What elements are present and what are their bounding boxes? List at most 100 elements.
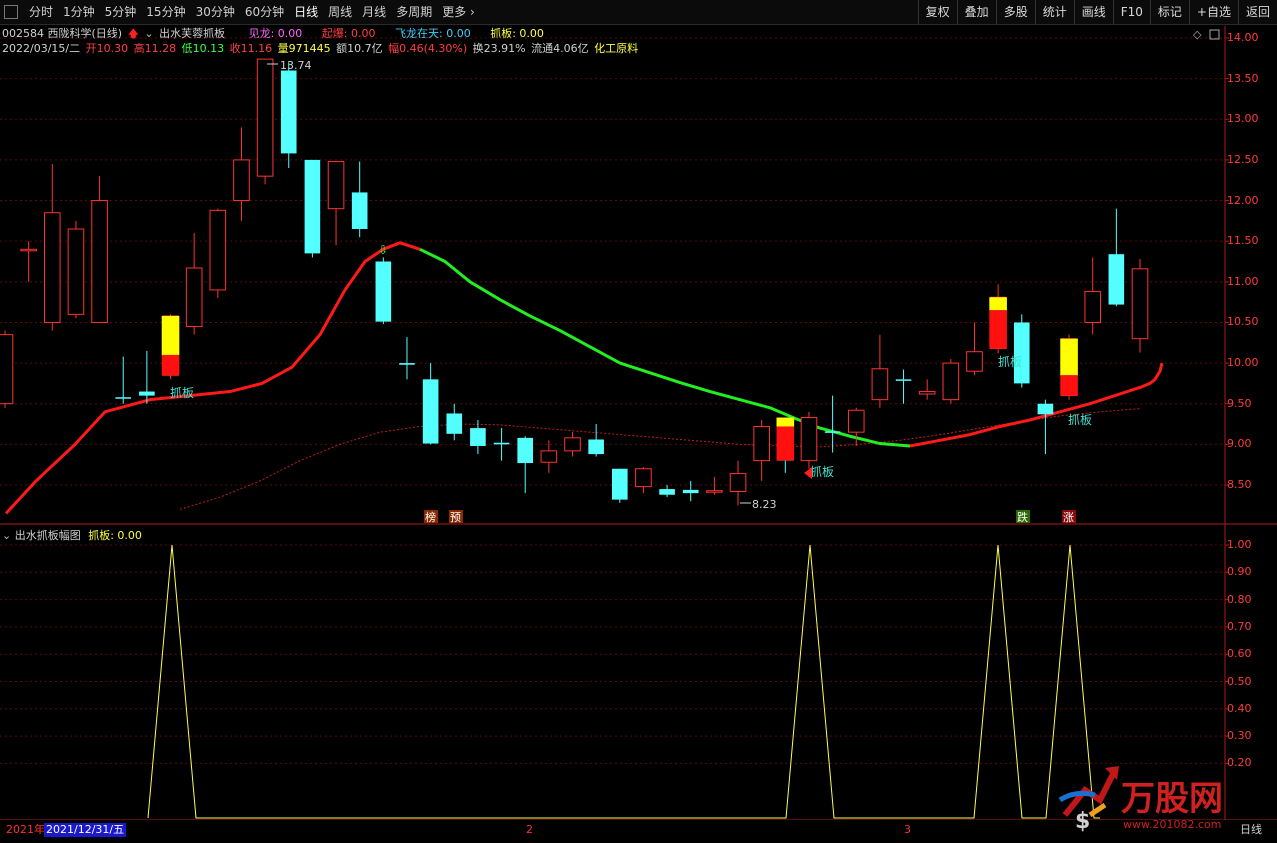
- sub-axis-label: 0.40: [1227, 701, 1252, 715]
- candle: [43, 163, 61, 331]
- timeline-month-3: 3: [904, 823, 911, 836]
- tab-60min[interactable]: 60分钟: [240, 0, 289, 24]
- candle: [966, 322, 983, 376]
- candle-body: [918, 391, 936, 395]
- tab-more[interactable]: 更多 ›: [437, 0, 480, 24]
- candle: [611, 468, 628, 503]
- signal-bar-yellow: [1060, 338, 1078, 376]
- price-axis-label: 11.00: [1227, 274, 1259, 288]
- fuquan-button[interactable]: 复权: [917, 0, 957, 24]
- sub-panel-title[interactable]: 出水抓板幅图: [15, 529, 81, 542]
- candle: [588, 424, 604, 457]
- candle-body: [304, 159, 321, 254]
- candle: [209, 208, 227, 299]
- candle-body: [1108, 254, 1125, 305]
- signal-label-1: 抓板: [170, 386, 194, 400]
- candle: [0, 330, 14, 408]
- zhang-marker: 涨: [1063, 511, 1074, 524]
- period-tabs: 分时 1分钟 5分钟 15分钟 30分钟 60分钟 日线 周线 月线 多周期 更…: [0, 0, 480, 24]
- signal-label-2: 抓板: [810, 465, 834, 479]
- candle: [470, 419, 486, 455]
- candle-body: [399, 363, 415, 365]
- candle-body: [635, 468, 652, 488]
- candle-body: [115, 397, 132, 399]
- candle-body: [1131, 268, 1149, 340]
- candle-body: [422, 379, 439, 444]
- candle-body: [659, 489, 675, 495]
- tab-15min[interactable]: 15分钟: [141, 0, 190, 24]
- expand-icon: [1209, 29, 1220, 40]
- signal-bar-yellow: [161, 315, 180, 355]
- tab-30min[interactable]: 30分钟: [191, 0, 240, 24]
- add-favorite-button[interactable]: +自选: [1188, 0, 1238, 24]
- indicator-name[interactable]: 出水芙蓉抓板: [159, 27, 225, 40]
- tab-5min[interactable]: 5分钟: [100, 0, 142, 24]
- back-button[interactable]: 返回: [1237, 0, 1277, 24]
- logo-url: www.201082.com: [1123, 818, 1221, 831]
- toolbar: 分时 1分钟 5分钟 15分钟 30分钟 60分钟 日线 周线 月线 多周期 更…: [0, 0, 1277, 25]
- candle: [918, 379, 936, 400]
- window-menu-icon[interactable]: [4, 5, 18, 19]
- quote-date: 2022/03/15/二: [2, 42, 81, 55]
- candle: [67, 220, 85, 319]
- tab-1min[interactable]: 1分钟: [58, 0, 100, 24]
- candle: [422, 363, 439, 445]
- quote-amount: 额10.7亿: [336, 42, 383, 55]
- stats-button[interactable]: 统计: [1034, 0, 1074, 24]
- stock-code-name: 002584 西陇科学(日线): [2, 27, 123, 40]
- candle: [942, 359, 960, 404]
- tab-weekly[interactable]: 周线: [323, 0, 357, 24]
- draw-line-button[interactable]: 画线: [1073, 0, 1113, 24]
- candle: [989, 284, 1007, 354]
- quote-high: 高11.28: [133, 42, 177, 55]
- multi-stock-button[interactable]: 多股: [995, 0, 1035, 24]
- candle-body: [706, 490, 723, 493]
- timeline-month-2: 2: [526, 823, 533, 836]
- quote-volume: 量971445: [277, 42, 331, 55]
- sub-axis-label: 0.30: [1227, 729, 1252, 743]
- candlestick-chart[interactable]: ◇ 13.748.23抓板抓板抓板抓板⇩榜预跌涨: [0, 0, 1277, 843]
- price-axis-label: 12.00: [1227, 193, 1259, 207]
- mark-button[interactable]: 标记: [1149, 0, 1189, 24]
- tab-multi-period[interactable]: 多周期: [391, 0, 437, 24]
- candle-body: [139, 391, 155, 396]
- candle-body: [588, 439, 604, 455]
- f10-button[interactable]: F10: [1112, 0, 1150, 24]
- candle-body: [209, 209, 227, 291]
- candle-body: [493, 442, 510, 445]
- tab-monthly[interactable]: 月线: [357, 0, 391, 24]
- candle-body: [20, 248, 37, 252]
- candle-body: [0, 334, 14, 405]
- candle-body: [1084, 291, 1102, 323]
- candle: [635, 467, 652, 494]
- signal-bar-red: [776, 426, 795, 461]
- candle-body: [470, 428, 486, 446]
- candle: [800, 411, 818, 469]
- candle: [280, 62, 297, 169]
- candle: [20, 241, 37, 282]
- tab-daily[interactable]: 日线: [289, 0, 323, 24]
- candle: [777, 444, 794, 473]
- candle-body: [682, 489, 699, 494]
- candle: [375, 257, 392, 325]
- ma-fast-red-segment: [909, 362, 1164, 448]
- sub-panel-info: ⌄ 出水抓板幅图 抓板: 0.00: [2, 527, 142, 542]
- candle-body: [564, 437, 581, 452]
- qibao-value: 起爆: 0.00: [321, 27, 376, 40]
- indicator-dropdown-icon[interactable]: ⌄: [144, 27, 153, 40]
- candle-body: [1037, 403, 1054, 415]
- candle-body: [327, 161, 345, 210]
- candle-body: [989, 296, 1007, 349]
- quote-close: 收11.16: [229, 42, 273, 55]
- overlay-button[interactable]: 叠加: [956, 0, 996, 24]
- signal-bar-yellow: [776, 417, 795, 427]
- tab-fenshi[interactable]: 分时: [24, 0, 58, 24]
- signal-bar-yellow: [989, 297, 1007, 311]
- candle-body: [43, 212, 61, 323]
- price-axis-label: 13.00: [1227, 112, 1259, 126]
- candle-body: [611, 468, 628, 500]
- price-axis-label: 10.00: [1227, 356, 1259, 370]
- candle-body: [800, 417, 818, 462]
- sub-dropdown-icon[interactable]: ⌄: [2, 529, 11, 542]
- candle: [304, 159, 321, 258]
